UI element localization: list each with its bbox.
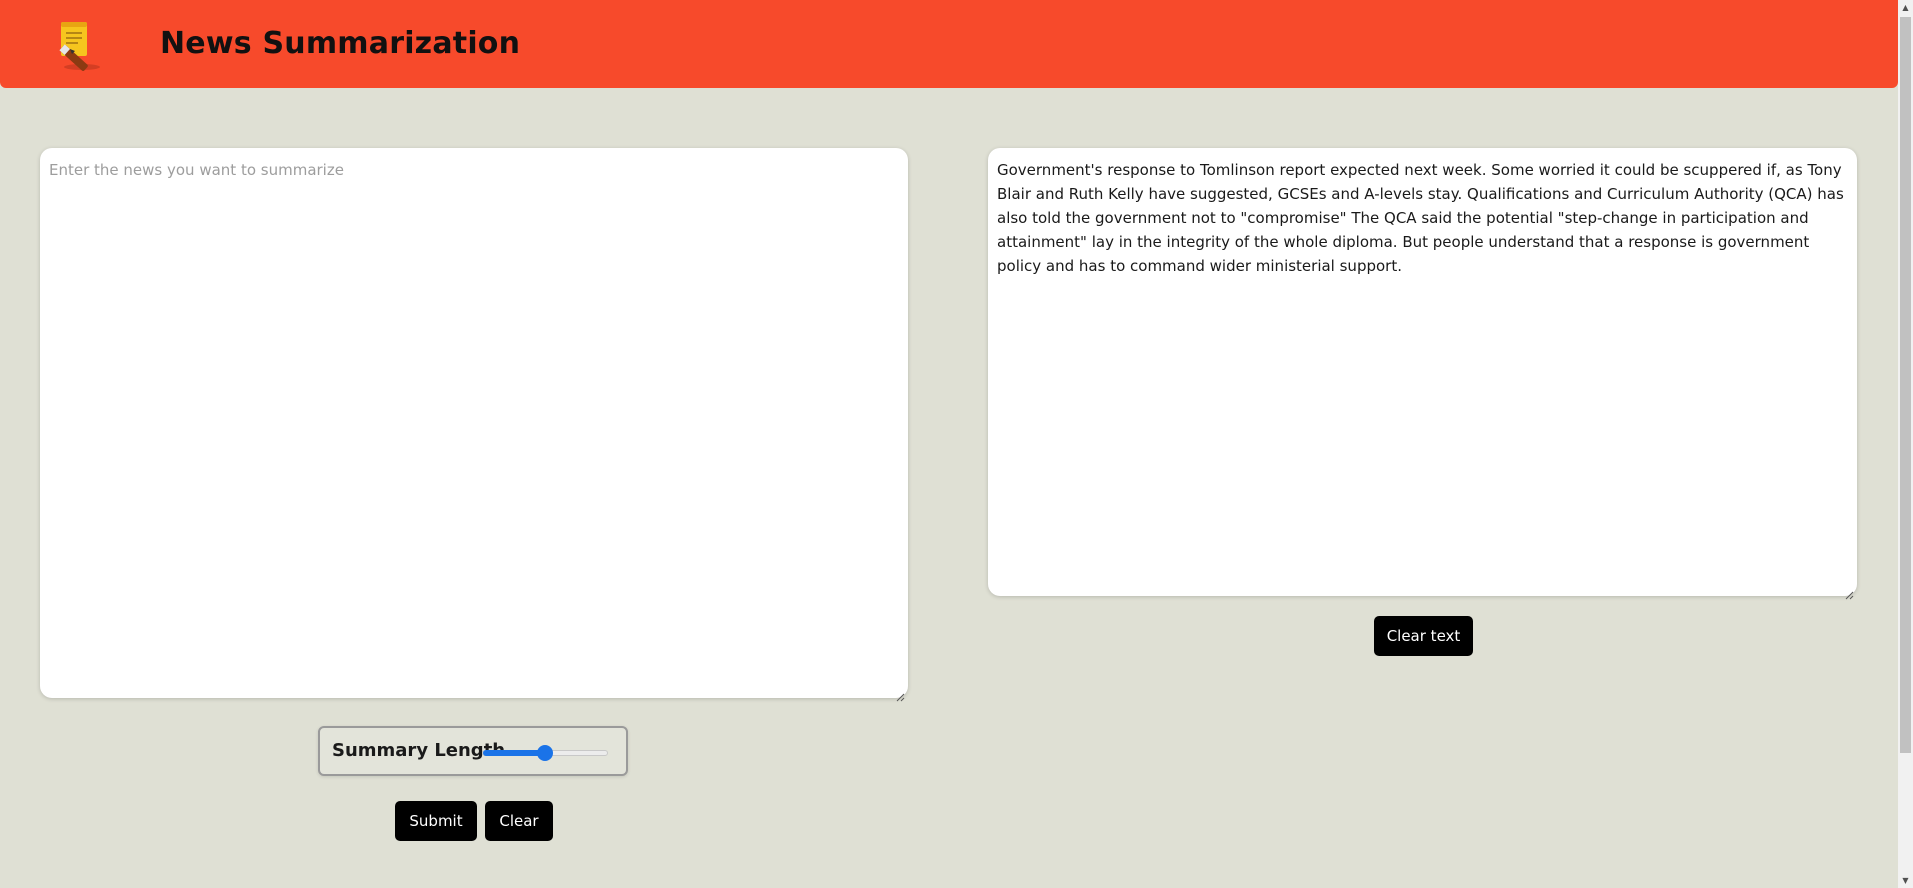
clear-button[interactable]: Clear: [485, 801, 553, 841]
summary-length-panel: Summary Length: [318, 726, 628, 776]
slider-fill: [483, 750, 545, 756]
scrollbar-thumb[interactable]: [1900, 17, 1911, 753]
submit-button[interactable]: Submit: [395, 801, 477, 841]
summary-output-text: Government's response to Tomlinson repor…: [997, 161, 1844, 275]
resize-grip-icon[interactable]: [1844, 583, 1854, 600]
news-input[interactable]: [49, 158, 899, 688]
slider-thumb[interactable]: [537, 745, 553, 761]
page: News Summarization Summary Length Submit…: [0, 0, 1913, 888]
resize-grip-icon[interactable]: [895, 685, 905, 702]
scroll-up-icon[interactable]: ▲: [1898, 0, 1913, 15]
header-bar: News Summarization: [0, 0, 1898, 88]
note-pencil-icon: [56, 18, 112, 74]
clear-text-button[interactable]: Clear text: [1374, 616, 1473, 656]
summary-output-box[interactable]: Government's response to Tomlinson repor…: [988, 148, 1857, 600]
news-input-box: [40, 148, 908, 702]
scroll-down-icon[interactable]: ▼: [1898, 873, 1913, 888]
page-scrollbar[interactable]: ▲ ▼: [1898, 0, 1913, 888]
summary-length-slider[interactable]: [482, 745, 608, 761]
summary-length-label: Summary Length: [332, 740, 506, 761]
app-title: News Summarization: [160, 26, 521, 61]
